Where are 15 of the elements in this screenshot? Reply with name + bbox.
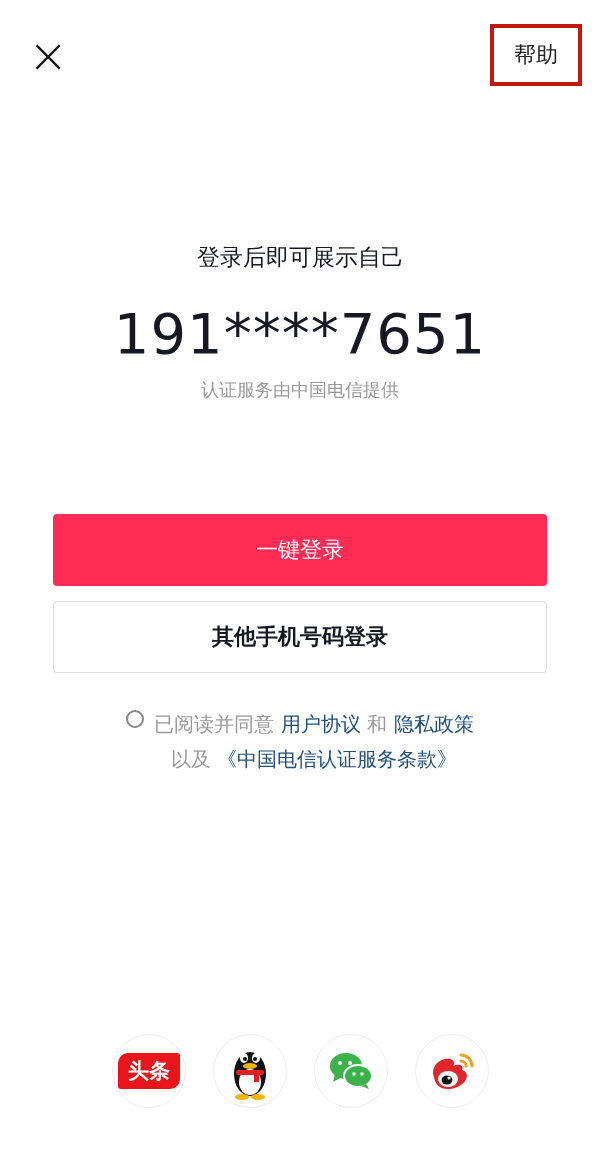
agreement-text: 已阅读并同意 用户协议 和 隐私政策 以及 《中国电信认证服务条款》 (154, 711, 474, 773)
phone-number: 191****7651 (113, 301, 487, 366)
help-button[interactable]: 帮助 (502, 32, 570, 78)
agreement-link[interactable]: 用户协议 (280, 712, 361, 736)
other-number-login-button[interactable]: 其他手机号码登录 (53, 601, 547, 673)
provider-text: 认证服务由中国电信提供 (201, 378, 399, 402)
one-tap-login-button[interactable]: 一键登录 (53, 514, 547, 586)
agreement-link[interactable]: 《中国电信认证服务条款》 (217, 747, 458, 771)
social-login-button[interactable]: 头条 (111, 1034, 186, 1108)
news-logo: 头条 (117, 1053, 180, 1089)
chat-bubbles-icon (328, 1052, 373, 1090)
agreement-checkbox[interactable] (126, 710, 145, 728)
title-text: 登录后即可展示自己 (196, 243, 404, 272)
close-button[interactable]: × (24, 31, 73, 79)
agreement-link[interactable]: 隐私政策 (393, 712, 474, 736)
